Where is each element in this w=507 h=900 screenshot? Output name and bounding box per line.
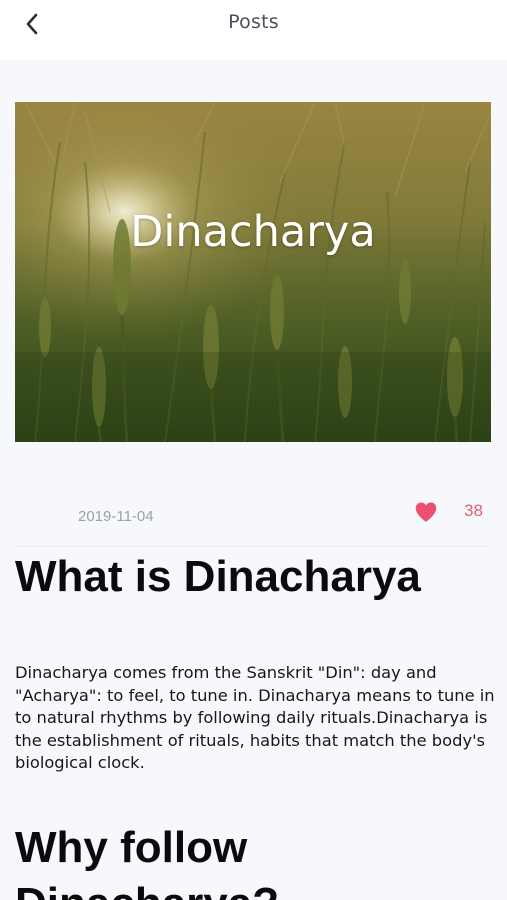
heart-icon	[415, 502, 437, 522]
hero-banner: Dinacharya	[15, 102, 491, 442]
section-body-what-is: Dinacharya comes from the Sanskrit "Din"…	[15, 663, 495, 772]
section-heading-why-follow: Why follow Dinacharya?	[15, 823, 279, 900]
section-heading-what-is: What is Dinacharya	[15, 552, 421, 601]
divider	[15, 546, 491, 547]
post-detail-screen: Posts Dinacharya 2019-11-04 38 What is D…	[0, 0, 507, 900]
post-date: 2019-11-04	[78, 508, 154, 525]
like-button[interactable]	[413, 499, 439, 525]
post-meta: 2019-11-04 38	[15, 495, 491, 527]
wheat-field-sunrise-image	[15, 102, 491, 442]
like-count: 38	[464, 501, 483, 520]
hero-title: Dinacharya	[130, 207, 376, 257]
navigation-bar: Posts	[0, 0, 507, 60]
page-title: Posts	[228, 11, 279, 33]
